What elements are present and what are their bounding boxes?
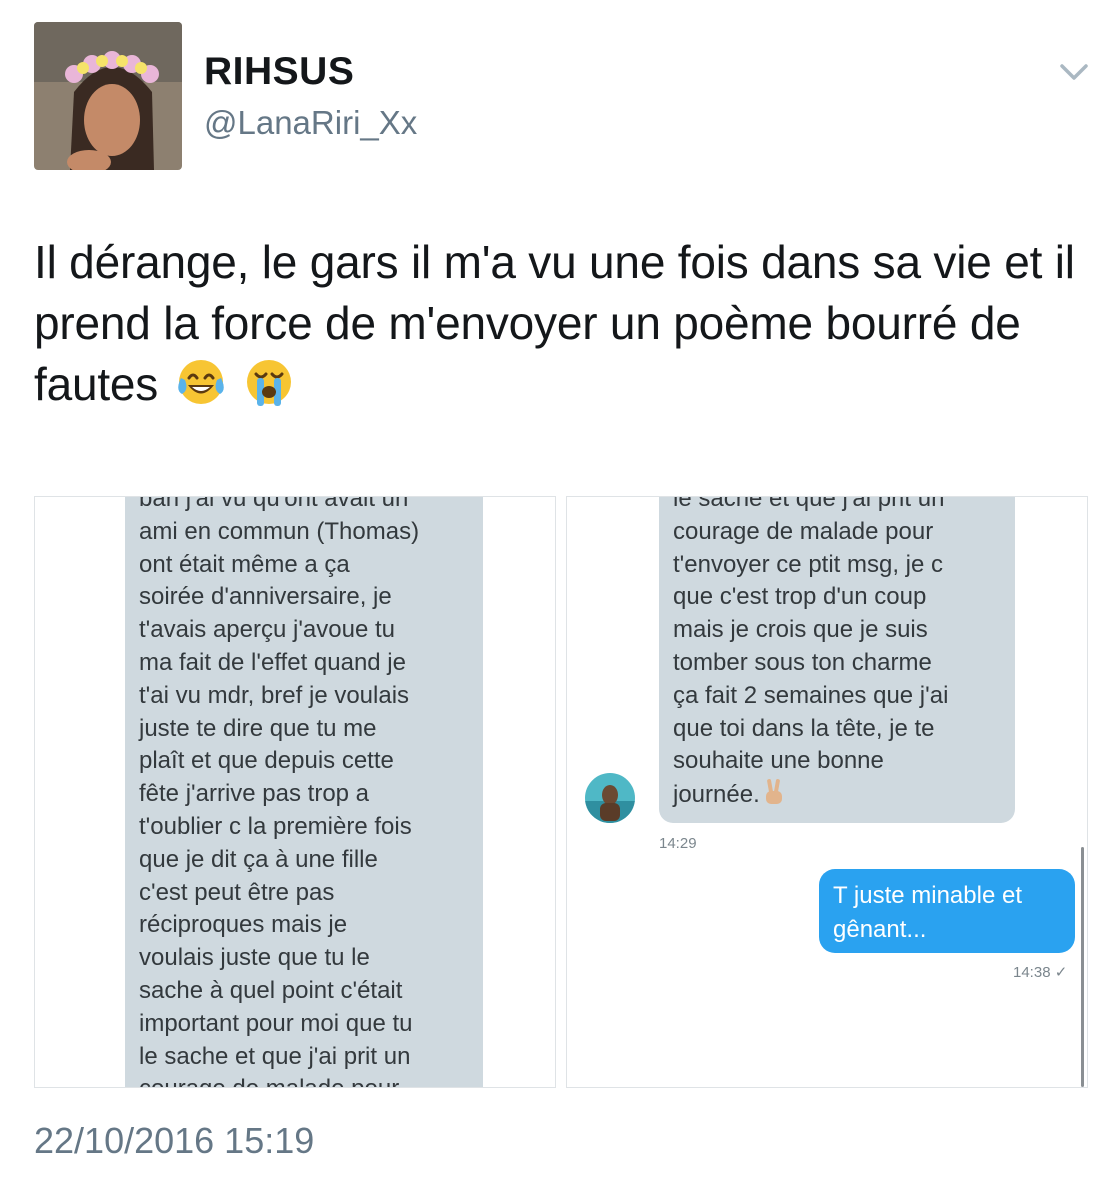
message-line: fête j'arrive pas trop a: [139, 780, 370, 808]
received-timestamp: 14:29: [659, 835, 697, 852]
message-line: ma fait de l'effet quand je: [139, 648, 406, 676]
message-line: journée.: [673, 778, 1001, 816]
message-line: sache à quel point c'était: [139, 976, 403, 1004]
message-line: ban j'ai vu qu'ont avait un: [139, 496, 409, 512]
message-line: mais je crois que je suis: [673, 616, 928, 644]
reply-line: gênant...: [833, 916, 927, 943]
message-line: le sache et que j'ai prit un: [139, 1042, 411, 1070]
display-name[interactable]: RIHSUS: [204, 50, 354, 94]
tweet-text: Il dérange, le gars il m'a vu une fois d…: [34, 232, 1084, 423]
user-handle[interactable]: @LanaRiri_Xx: [204, 104, 417, 142]
message-line: réciproques mais je: [139, 911, 348, 939]
scrollbar[interactable]: [1081, 847, 1084, 1087]
message-line: courage de malade pour: [139, 1073, 469, 1087]
reply-line: T juste minable et: [833, 882, 1022, 909]
message-line: courage de malade pour: [673, 517, 934, 545]
profile-avatar[interactable]: [34, 22, 182, 170]
message-line: que toi dans la tête, je te: [673, 714, 935, 742]
chevron-down-icon[interactable]: [1058, 58, 1090, 86]
message-bubble: le sache et que j'ai prit un courage de …: [659, 496, 1015, 823]
message-line: ami en commun (Thomas): [139, 517, 420, 545]
message-line: c'est peut être pas: [139, 878, 335, 906]
message-line: le sache et que j'ai prit un: [673, 496, 945, 512]
message-line: ont était même a ça: [139, 550, 350, 578]
tears-of-joy-emoji-icon: [175, 356, 227, 423]
reply-bubble: T juste minable et gênant...: [819, 869, 1075, 953]
message-line: t'oublier c la première fois: [139, 812, 412, 840]
message-bubble: ban j'ai vu qu'ont avait un ami en commu…: [125, 496, 483, 1087]
message-line: t'ai vu mdr, bref je voulais: [139, 681, 410, 709]
message-line: plaît et que depuis cette: [139, 747, 394, 775]
sender-avatar[interactable]: [585, 773, 635, 823]
message-line: que c'est trop d'un coup: [673, 583, 927, 611]
message-line-text: journée.: [673, 781, 760, 809]
tweet-timestamp: 22/10/2016 15:19: [34, 1120, 315, 1161]
loudly-crying-emoji-icon: [243, 356, 295, 423]
message-line: souhaite une bonne: [673, 747, 884, 775]
victory-hand-emoji-icon: [762, 778, 786, 816]
message-line: t'envoyer ce ptit msg, je c: [673, 550, 944, 578]
message-line: ça fait 2 semaines que j'ai: [673, 681, 949, 709]
attached-image-left[interactable]: ban j'ai vu qu'ont avait un ami en commu…: [34, 496, 556, 1088]
message-line: tomber sous ton charme: [673, 648, 932, 676]
message-line: juste te dire que tu me: [139, 714, 377, 742]
reply-timestamp: 14:38 ✓: [1013, 964, 1068, 981]
message-line: t'avais aperçu j'avoue tu: [139, 616, 395, 644]
message-line: important pour moi que tu: [139, 1009, 413, 1037]
message-line: que je dit ça à une fille: [139, 845, 378, 873]
message-line: soirée d'anniversaire, je: [139, 583, 392, 611]
attached-image-right[interactable]: le sache et que j'ai prit un courage de …: [566, 496, 1088, 1088]
message-line: voulais juste que tu le: [139, 944, 370, 972]
